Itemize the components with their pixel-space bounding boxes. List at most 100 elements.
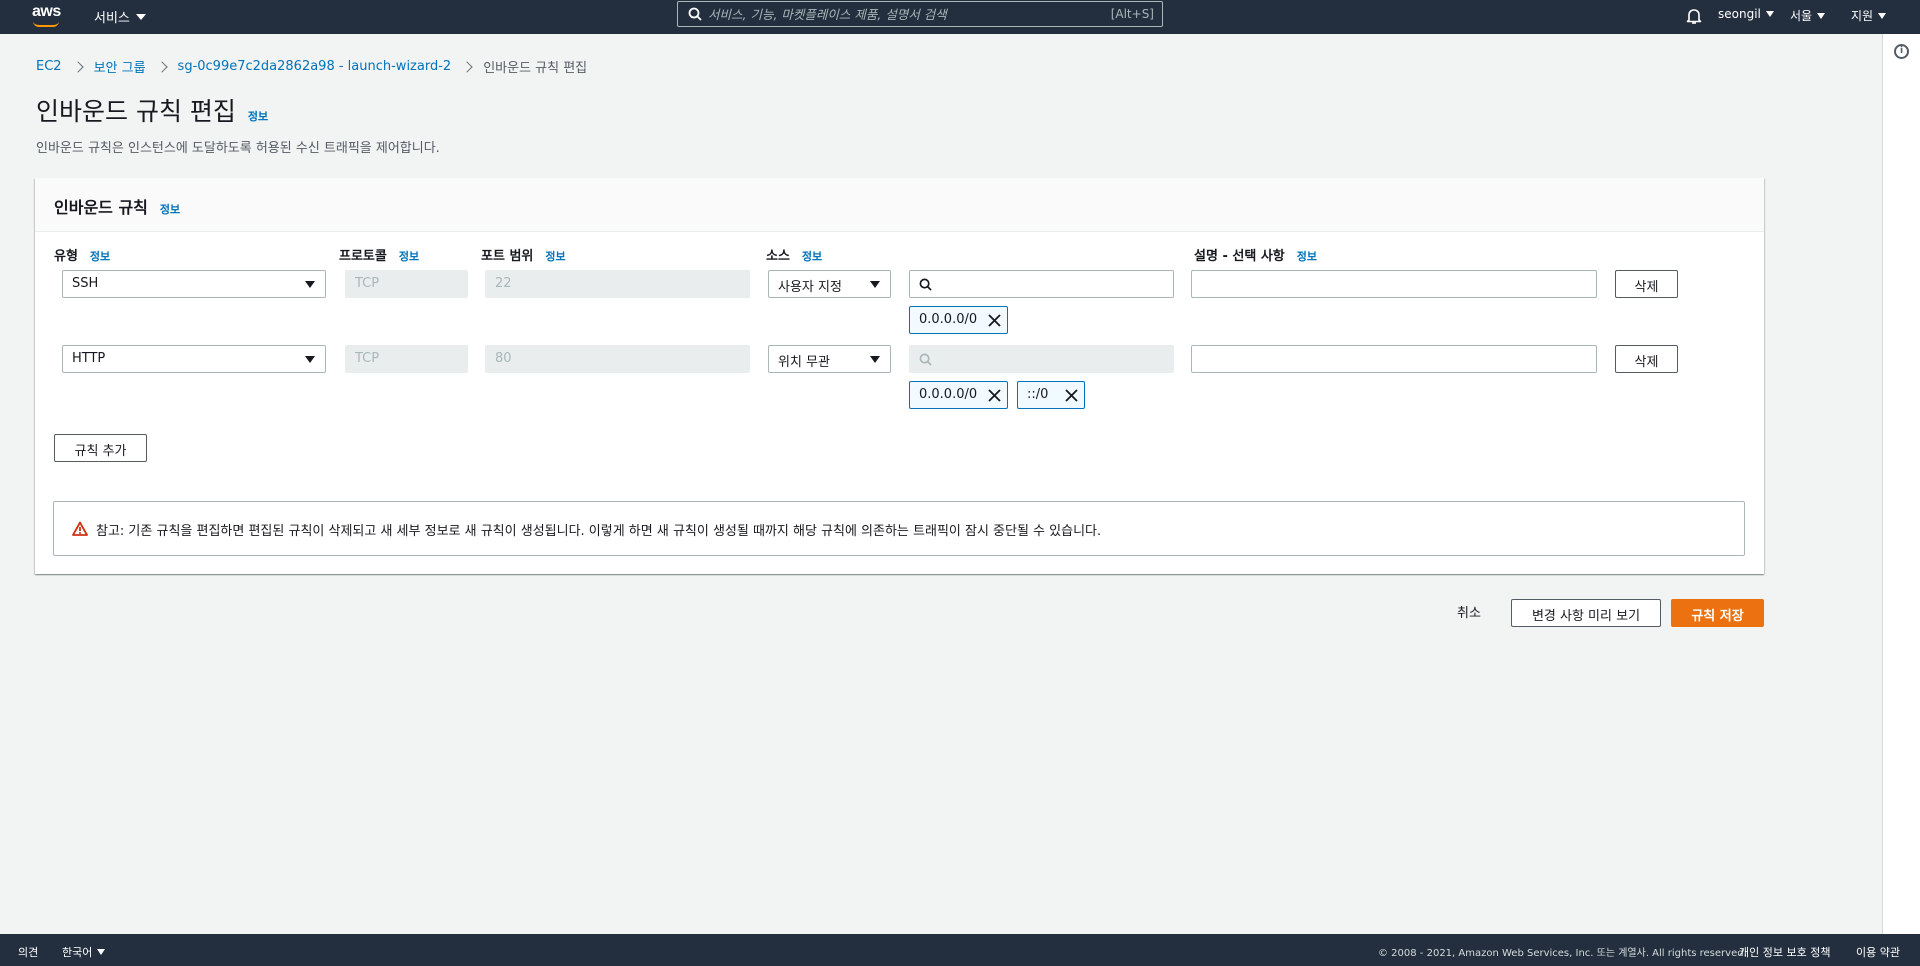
region-menu[interactable]: 서울 [1790, 7, 1826, 24]
rule-1-type-value: SSH [72, 276, 99, 291]
column-type-label: 유형 [54, 249, 78, 264]
caret-down-icon [870, 356, 880, 363]
cancel-button[interactable]: 취소 [1457, 602, 1481, 621]
tools-side-rail: i [1882, 34, 1920, 934]
terms-link[interactable]: 이용 약관 [1856, 944, 1900, 960]
panel-title: 인바운드 규칙 정보 [54, 194, 180, 218]
remove-token-icon[interactable] [988, 389, 1001, 402]
top-navigation: aws 서비스 [Alt+S] seongil 서울 지원 [0, 0, 1920, 34]
chevron-right-icon [461, 60, 473, 73]
caret-down-icon [870, 281, 880, 288]
remove-token-icon[interactable] [1065, 389, 1078, 402]
rule-1-source-select[interactable]: 사용자 지정 [768, 270, 891, 298]
search-icon [688, 7, 702, 21]
caret-down-icon [305, 281, 315, 288]
global-search[interactable]: [Alt+S] [677, 1, 1163, 27]
column-description-label: 설명 - 선택 사항 [1194, 249, 1285, 264]
token-label: 0.0.0.0/0 [919, 312, 978, 327]
rule-2-cidr-token-ipv6: ::/0 [1017, 381, 1085, 409]
rule-2-cidr-search [909, 345, 1174, 373]
column-source-label: 소스 [766, 249, 790, 264]
column-description: 설명 - 선택 사항 정보 [1194, 245, 1317, 264]
aws-logo[interactable]: aws [32, 4, 62, 30]
region-label: 서울 [1790, 9, 1813, 23]
user-label: seongil [1718, 7, 1761, 21]
caret-down-icon [1765, 11, 1774, 17]
token-label: 0.0.0.0/0 [919, 387, 978, 402]
panel-info-link[interactable]: 정보 [160, 201, 180, 217]
preview-changes-button[interactable]: 변경 사항 미리 보기 [1511, 599, 1661, 627]
privacy-policy-link[interactable]: 개인 정보 보호 정책 [1739, 944, 1830, 960]
breadcrumb-security-group[interactable]: sg-0c99e7c2da2862a98 - launch-wizard-2 [178, 59, 452, 74]
support-menu[interactable]: 지원 [1851, 7, 1887, 24]
caret-down-icon [1817, 12, 1826, 19]
rule-1-cidr-token: 0.0.0.0/0 [909, 306, 1008, 334]
rule-1-cidr-search[interactable] [909, 270, 1174, 298]
caret-down-icon [97, 949, 106, 955]
remove-token-icon[interactable] [988, 314, 1001, 327]
breadcrumb: EC2 보안 그룹 sg-0c99e7c2da2862a98 - launch-… [36, 57, 587, 76]
rule-1-delete-button[interactable]: 삭제 [1615, 270, 1678, 298]
services-menu[interactable]: 서비스 [94, 7, 146, 26]
language-selector[interactable]: 한국어 [62, 944, 106, 960]
protocol-info-link[interactable]: 정보 [399, 248, 419, 264]
page-title-text: 인바운드 규칙 편집 [36, 97, 236, 126]
source-info-link[interactable]: 정보 [802, 248, 822, 264]
copyright-text: © 2008 - 2021, Amazon Web Services, Inc.… [1378, 948, 1747, 959]
column-protocol: 프로토콜 정보 [339, 245, 419, 264]
aws-logo-text: aws [32, 3, 61, 20]
services-label: 서비스 [94, 11, 130, 26]
rule-1-source-value: 사용자 지정 [778, 280, 842, 295]
rule-1-description-input[interactable] [1191, 270, 1597, 298]
rule-1-protocol: TCP [345, 270, 468, 298]
chevron-right-icon [71, 60, 84, 73]
info-panel-icon[interactable]: i [1894, 44, 1909, 59]
rule-2-cidr-token-ipv4: 0.0.0.0/0 [909, 381, 1008, 409]
page-title: 인바운드 규칙 편집 정보 [36, 92, 268, 128]
rule-2-source-value: 위치 무관 [778, 355, 830, 370]
breadcrumb-security-groups[interactable]: 보안 그룹 [94, 57, 146, 76]
column-protocol-label: 프로토콜 [339, 249, 387, 264]
rule-2-description-input[interactable] [1191, 345, 1597, 373]
search-shortcut-hint: [Alt+S] [1110, 7, 1154, 21]
warning-text: 참고: 기존 규칙을 편집하면 편집된 규칙이 삭제되고 새 세부 정보로 새 … [96, 524, 1102, 539]
notifications-bell-icon[interactable] [1686, 8, 1702, 25]
rule-2-source-select[interactable]: 위치 무관 [768, 345, 891, 373]
token-label: ::/0 [1027, 387, 1049, 402]
save-rules-button[interactable]: 규칙 저장 [1671, 599, 1764, 627]
rule-2-type-value: HTTP [72, 351, 106, 366]
footer: 의견 한국어 © 2008 - 2021, Amazon Web Service… [0, 934, 1920, 966]
description-info-link[interactable]: 정보 [1297, 248, 1317, 264]
panel-header: 인바운드 규칙 정보 [35, 178, 1764, 232]
caret-down-icon [135, 13, 146, 20]
column-type: 유형 정보 [54, 245, 110, 264]
page-description: 인바운드 규칙은 인스턴스에 도달하도록 허용된 수신 트래픽을 제어합니다. [36, 141, 440, 156]
inbound-rules-panel: 인바운드 규칙 정보 유형 정보 프로토콜 정보 포트 범위 정보 소스 정보 … [35, 178, 1764, 574]
warning-icon [72, 521, 88, 536]
user-menu[interactable]: seongil [1718, 7, 1774, 21]
caret-down-icon [305, 356, 315, 363]
rule-2-port-range: 80 [485, 345, 750, 373]
rule-2-protocol: TCP [345, 345, 468, 373]
port-range-info-link[interactable]: 정보 [545, 248, 565, 264]
rule-2-delete-button[interactable]: 삭제 [1615, 345, 1678, 373]
column-port-range-label: 포트 범위 [481, 249, 534, 264]
breadcrumb-current: 인바운드 규칙 편집 [483, 61, 588, 76]
type-info-link[interactable]: 정보 [90, 248, 110, 264]
add-rule-button[interactable]: 규칙 추가 [54, 434, 147, 462]
support-label: 지원 [1851, 9, 1874, 23]
rule-2-type-select[interactable]: HTTP [62, 345, 326, 373]
rule-1-port-range: 22 [485, 270, 750, 298]
breadcrumb-ec2[interactable]: EC2 [36, 59, 62, 74]
aws-smile-icon [33, 21, 59, 27]
rule-1-type-select[interactable]: SSH [62, 270, 326, 298]
chevron-right-icon [155, 60, 168, 73]
feedback-link[interactable]: 의견 [18, 944, 38, 960]
edit-warning-alert: 참고: 기존 규칙을 편집하면 편집된 규칙이 삭제되고 새 세부 정보로 새 … [53, 501, 1745, 556]
panel-title-text: 인바운드 규칙 [54, 198, 148, 217]
search-icon [919, 278, 932, 291]
column-source: 소스 정보 [766, 245, 822, 264]
page-info-link[interactable]: 정보 [248, 108, 268, 124]
column-port-range: 포트 범위 정보 [481, 245, 566, 264]
global-search-input[interactable] [708, 6, 1088, 22]
